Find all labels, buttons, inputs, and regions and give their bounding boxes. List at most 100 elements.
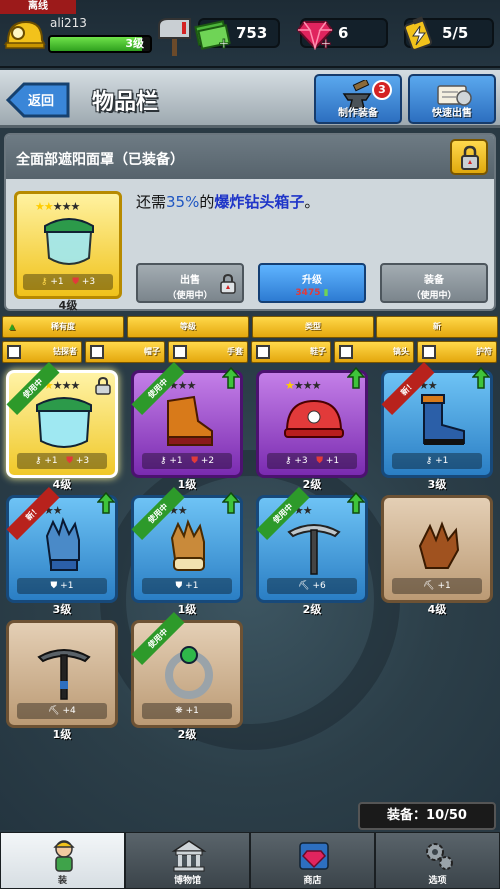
nav-tab-museum[interactable]: 博物馆: [125, 832, 250, 889]
upgrade-available-arrow-icon: [347, 492, 365, 514]
inventory-item-red-helmet[interactable]: ★★★★ ⚷ +3 ⛊ +1: [256, 367, 368, 478]
inventory-item-pickaxe-steel[interactable]: ★★★ 使用中 ⛏ +6: [256, 486, 368, 603]
inventory-item-boots-purple[interactable]: ★★★★ 使用中 ⚷ +1 ⛊ +2: [131, 361, 243, 478]
stat-1-icon: ⛊: [50, 581, 58, 591]
item-stat-1: +1: [50, 277, 64, 287]
stat-2-icon: ⛊: [191, 456, 198, 466]
craft-notification-badge: 3: [372, 80, 392, 100]
item-stats: ⚷ +1 ⛊ +3: [17, 453, 107, 469]
nav-tab-shop[interactable]: 商店: [250, 832, 375, 889]
back-label: 返回: [28, 94, 55, 109]
shop-gem-icon: [299, 842, 329, 870]
filter-charm-checkbox[interactable]: 护符: [417, 341, 497, 363]
item-stats: ⚷ +1 ⛊ +2: [142, 453, 232, 469]
filter-bar: 钻探者 帽子 手套 鞋子 镐头 护符: [2, 341, 498, 363]
equip-button[interactable]: 装备 （使用中）: [380, 263, 488, 303]
item-stats: ⛏ +1: [392, 578, 482, 594]
locked-icon: [95, 377, 111, 395]
checkbox-icon: [90, 345, 104, 359]
desc-suffix: 。: [304, 193, 320, 211]
stat-1-icon: ⚷: [34, 456, 42, 466]
selected-item-level: 4级: [58, 299, 78, 312]
item-detail-panel: 全面部遮阳面罩（已装备） ★★★★★ ⚷ +1 ⛊ +3 4级 还需35%的爆炸…: [4, 133, 496, 312]
sort-new-button[interactable]: 新: [376, 316, 498, 338]
player-name: ali213: [50, 16, 87, 30]
emerald-ring-icon: [165, 646, 213, 699]
sort-rarity-button[interactable]: ▲ 稀有度: [2, 316, 124, 338]
miner-character-icon: [53, 840, 75, 872]
key-stat-icon: ⚷: [40, 277, 48, 287]
svg-text:+: +: [218, 36, 230, 50]
museum-building-icon: [171, 840, 207, 872]
item-stat-1: +1: [185, 706, 199, 716]
fur-glove-icon: [170, 519, 205, 571]
energy-battery-icon: [404, 16, 432, 50]
inventory-item-pickaxe-basic[interactable]: ⛏ +4: [6, 620, 118, 728]
craft-equipment-button[interactable]: 3 制作装备: [314, 74, 402, 124]
inventory-item-fur-glove[interactable]: ★★★ 使用中 ⛊ +1: [131, 486, 243, 603]
item-stat-1: +1: [169, 456, 183, 466]
inventory-item-emerald-ring[interactable]: 使用中 ❋ +1: [131, 611, 243, 728]
stat-1-icon: ⚷: [159, 456, 167, 466]
nav-tab-options[interactable]: 选项: [375, 832, 500, 889]
sort-level-button[interactable]: 等级: [127, 316, 249, 338]
inventory-item-blue-boot[interactable]: ★★★新！⚷ +1: [381, 361, 493, 478]
item-level-label: 1级: [177, 603, 197, 616]
leather-glove-icon: [418, 521, 460, 569]
inventory-item-leather-glove[interactable]: ⛏ +1: [381, 495, 493, 603]
equip-sublabel: （使用中）: [411, 291, 457, 301]
cash-counter[interactable]: + 753: [194, 18, 280, 50]
item-stats: ❋ +1: [142, 703, 232, 719]
stat-1-icon: ⛊: [175, 581, 183, 591]
upgrade-available-arrow-icon: [222, 492, 240, 514]
nav-tab-equipment[interactable]: 装: [0, 832, 125, 889]
inventory-item-blue-glove[interactable]: ★★★ 新！ ⛊ +1: [6, 486, 118, 603]
boots-purple-icon: [167, 395, 213, 446]
filter-shoe-checkbox[interactable]: 鞋子: [251, 341, 331, 363]
checkbox-icon: [256, 345, 270, 359]
inventory-item-face-shield[interactable]: ★★★★★使用中⚷ +1 ⛊ +3: [6, 361, 118, 478]
item-stat-1: +3: [294, 456, 308, 466]
sort-type-label: 类型: [305, 322, 321, 331]
filter-glove-label: 手套: [227, 347, 243, 356]
filter-driller-checkbox[interactable]: 钻探者: [2, 341, 82, 363]
filter-glove-checkbox[interactable]: 手套: [168, 341, 248, 363]
item-stat-1: +1: [60, 581, 74, 591]
mailbox-icon[interactable]: [156, 16, 194, 56]
energy-counter[interactable]: 5/5: [404, 16, 494, 50]
item-stats: ⚷ +1: [392, 453, 482, 469]
quick-sell-button[interactable]: 快速出售: [408, 74, 496, 124]
item-level-label: 2级: [302, 603, 322, 616]
checkbox-icon: [7, 345, 21, 359]
lock-item-button[interactable]: [450, 139, 488, 175]
upgrade-button[interactable]: 升级 3475 ▮: [258, 263, 366, 303]
sort-active-arrow-icon: ▲: [9, 322, 16, 331]
item-level-label: 2级: [302, 478, 322, 491]
filter-hat-checkbox[interactable]: 帽子: [85, 341, 165, 363]
upgrade-cost-row: 3475 ▮: [260, 288, 364, 298]
item-stat-2: +1: [325, 456, 340, 466]
stat-2-icon: ⛊: [66, 456, 73, 466]
energy-value: 5/5: [442, 24, 469, 42]
status-bar: 离线 ali213 3级 + 753 + 6 5/5: [0, 0, 500, 68]
sell-lock-icon: [220, 273, 236, 294]
filter-hat-label: 帽子: [144, 347, 160, 356]
pickaxe-steel-icon: [287, 524, 341, 575]
cash-value: 753: [236, 24, 268, 42]
back-button[interactable]: 返回: [6, 82, 70, 118]
craft-label: 制作装备: [338, 108, 378, 119]
sort-rarity-label: 稀有度: [51, 322, 75, 331]
sell-button[interactable]: 出售 （使用中）: [136, 263, 244, 303]
filter-pickaxe-checkbox[interactable]: 镐头: [334, 341, 414, 363]
upgrade-cost: 3475: [295, 288, 321, 298]
bottom-navigation: 装 博物馆 商店 选项: [0, 832, 500, 889]
miner-helmet-avatar-icon[interactable]: [4, 16, 46, 52]
upgrade-available-arrow-icon: [347, 367, 365, 389]
equip-label: 装备: [424, 275, 444, 286]
gem-counter[interactable]: + 6: [296, 18, 388, 50]
padlock-icon: [461, 145, 479, 170]
sort-new-label: 新: [433, 322, 441, 331]
quick-sell-label: 快速出售: [432, 108, 472, 119]
sort-type-button[interactable]: 类型: [252, 316, 374, 338]
item-level-label: 1级: [177, 478, 197, 491]
